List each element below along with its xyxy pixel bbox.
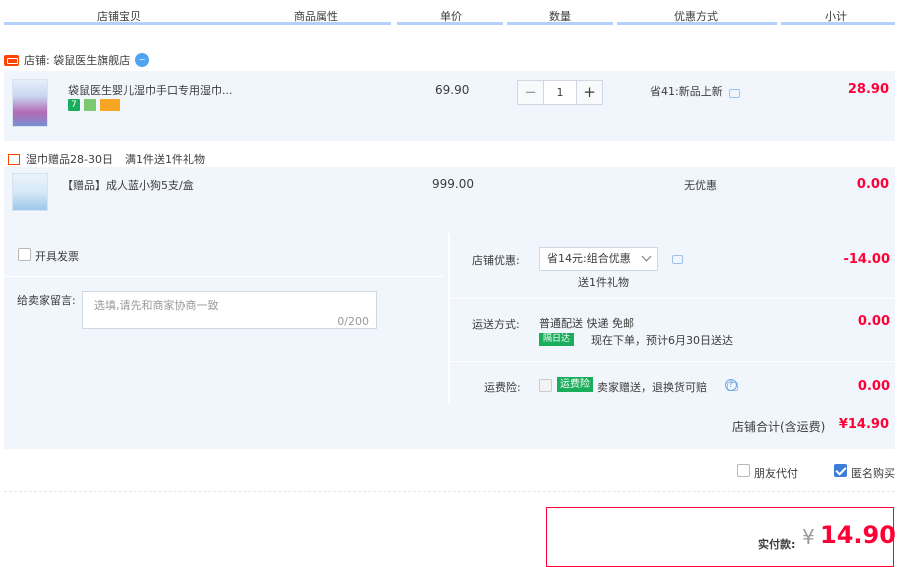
- shipping-amount: 0.00: [857, 314, 890, 329]
- header-underline: [617, 22, 777, 25]
- item-discount: 省41:新品上新: [650, 85, 723, 98]
- anonymous-checkbox[interactable]: [834, 464, 847, 477]
- insurance-amount: 0.00: [857, 379, 890, 394]
- header-underline: [397, 22, 503, 25]
- shop-row: 店铺: 袋鼠医生旗舰店 ~: [4, 50, 150, 70]
- message-textarea[interactable]: 选填,请先和商家协商一致 0/200: [82, 291, 377, 329]
- header-underline: [507, 22, 613, 25]
- payment-amount: 14.90: [820, 521, 896, 549]
- separator: [4, 491, 895, 492]
- insurance-note: 卖家赠送，退换货可赔: [597, 381, 707, 394]
- product-thumbnail[interactable]: [12, 79, 48, 127]
- gift-discount: 无优惠: [684, 179, 717, 192]
- insurance-label: 运费险:: [484, 381, 521, 394]
- friend-pay-label: 朋友代付: [754, 467, 798, 480]
- service-tags: 7: [68, 99, 122, 111]
- gift-subtotal: 0.00: [856, 177, 889, 192]
- header-underline: [781, 22, 895, 25]
- message-label: 给卖家留言:: [17, 294, 76, 307]
- shipping-note: 现在下单，预计6月30日送达: [591, 334, 733, 347]
- shop-discount-label: 店铺优惠:: [472, 254, 520, 267]
- shipping-method[interactable]: 普通配送 快递 免邮: [539, 315, 634, 331]
- panel-divider: [449, 361, 895, 362]
- payment-box: 实付款: ¥ 14.90: [546, 507, 896, 567]
- gift-thumbnail[interactable]: [12, 173, 48, 211]
- next-day-badge: 隔日达: [539, 333, 575, 346]
- message-placeholder: 选填,请先和商家协商一致: [94, 299, 219, 312]
- shipping-label: 运送方式:: [472, 318, 520, 331]
- panel-divider: [449, 298, 895, 299]
- chevron-down-icon: [641, 251, 652, 262]
- header-underline: [4, 22, 391, 25]
- item-subtotal: 28.90: [847, 82, 889, 97]
- invoice-checkbox[interactable]: [18, 248, 31, 261]
- discount-info-icon[interactable]: [729, 89, 740, 98]
- insurance-checkbox[interactable]: [539, 379, 552, 392]
- wangwang-icon[interactable]: ~: [135, 53, 150, 67]
- gift-unit-price: 999.00: [432, 177, 474, 191]
- payment-currency: ¥: [802, 525, 815, 549]
- panel-divider: [4, 276, 444, 277]
- insurance-badge: 运费险: [557, 377, 593, 392]
- invoice-label: 开具发票: [35, 250, 79, 263]
- payment-label: 实付款:: [758, 538, 796, 551]
- discount-chat-icon[interactable]: [672, 255, 683, 264]
- shop-badge-icon: [4, 54, 19, 66]
- credit-card-icon: [100, 99, 120, 111]
- shop-discount-note: 送1件礼物: [578, 276, 629, 289]
- shop-discount-amount: -14.00: [843, 252, 890, 267]
- gift-icon: [8, 153, 20, 165]
- shop-discount-select[interactable]: 省14元:组合优惠: [539, 247, 658, 271]
- panel-vertical-divider: [448, 233, 450, 403]
- quantity-input[interactable]: 1: [543, 81, 577, 104]
- friend-pay-checkbox[interactable]: [737, 464, 750, 477]
- gift-section-header: 湿巾赠品28-30日 满1件送1件礼物: [8, 151, 205, 167]
- gift-section-rule: 满1件送1件礼物: [124, 153, 205, 166]
- shop-total-bar: 店铺合计(含运费) ¥14.90: [4, 403, 895, 449]
- guarantee-icon: [84, 99, 96, 111]
- gift-section-label: 湿巾赠品28-30日: [26, 153, 113, 166]
- cart-item-row: 袋鼠医生婴儿湿巾手口专用湿巾... 7 69.90 省41:新品上新 28.90: [4, 71, 895, 141]
- anonymous-label: 匿名购买: [851, 467, 895, 480]
- cart-header: 店铺宝贝 商品属性 单价 数量 优惠方式 小计: [0, 0, 904, 30]
- item-unit-price: 69.90: [435, 83, 470, 97]
- help-icon[interactable]: ?: [725, 379, 737, 391]
- quantity-stepper: − 1 +: [517, 80, 603, 105]
- message-counter: 0/200: [337, 315, 369, 328]
- shop-total-label: 店铺合计(含运费): [732, 420, 826, 434]
- shop-discount-selected: 省14元:组合优惠: [547, 252, 631, 265]
- shop-total-amount: ¥14.90: [838, 417, 889, 432]
- gift-title[interactable]: 【赠品】成人蓝小狗5支/盒: [62, 177, 194, 193]
- product-title[interactable]: 袋鼠医生婴儿湿巾手口专用湿巾...: [68, 82, 233, 98]
- quantity-decrease-button[interactable]: −: [518, 81, 543, 104]
- quantity-increase-button[interactable]: +: [577, 81, 602, 104]
- shop-name[interactable]: 店铺: 袋鼠医生旗舰店: [24, 52, 130, 68]
- seven-day-return-icon: 7: [68, 99, 80, 111]
- gift-item-row: 【赠品】成人蓝小狗5支/盒 999.00 无优惠 0.00: [4, 167, 895, 233]
